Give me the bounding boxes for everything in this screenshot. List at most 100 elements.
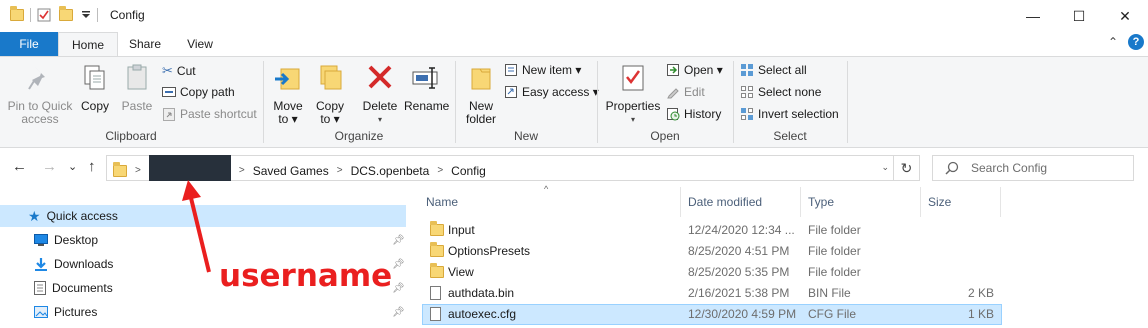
file-type: File folder bbox=[808, 223, 861, 237]
breadcrumb-separator-icon[interactable]: > bbox=[135, 165, 141, 176]
column-type[interactable]: Type bbox=[808, 195, 834, 209]
select-group-label: Select bbox=[773, 129, 807, 143]
copy-to-icon bbox=[320, 65, 342, 90]
delete-button[interactable]: Delete ▾ bbox=[360, 63, 400, 126]
tab-share[interactable]: Share bbox=[118, 32, 172, 56]
copy-button[interactable]: Copy bbox=[78, 63, 112, 113]
help-icon[interactable]: ? bbox=[1128, 34, 1144, 50]
table-row[interactable]: autoexec.cfg 12/30/2020 4:59 PM CFG File… bbox=[422, 304, 1002, 325]
maximize-button[interactable]: ☐ bbox=[1056, 0, 1102, 32]
copy-path-button[interactable]: Copy path bbox=[162, 85, 235, 99]
pin-icon[interactable]: 📌︎ bbox=[392, 283, 405, 294]
table-row[interactable]: OptionsPresets 8/25/2020 4:51 PM File fo… bbox=[422, 241, 1002, 262]
new-item-label: New item ▾ bbox=[522, 63, 582, 77]
new-folder-icon bbox=[471, 68, 491, 90]
tab-file[interactable]: File bbox=[0, 32, 58, 56]
paste-shortcut-icon bbox=[163, 108, 175, 121]
address-dropdown-icon[interactable]: ⌄ bbox=[881, 162, 889, 173]
search-input[interactable]: Search Config bbox=[932, 155, 1134, 181]
easy-access-button[interactable]: Easy access ▾ bbox=[504, 85, 599, 99]
file-date: 8/25/2020 4:51 PM bbox=[688, 244, 790, 258]
pin-icon bbox=[28, 67, 45, 90]
select-none-icon bbox=[741, 86, 753, 98]
new-folder-icon[interactable] bbox=[59, 6, 73, 21]
move-to-icon bbox=[275, 68, 300, 90]
tab-view[interactable]: View bbox=[172, 32, 228, 56]
column-divider[interactable] bbox=[680, 187, 681, 217]
rename-button[interactable]: Rename bbox=[404, 63, 450, 113]
tab-home[interactable]: Home bbox=[58, 32, 118, 57]
new-folder-button[interactable]: New folder bbox=[460, 63, 502, 126]
breadcrumb-config[interactable]: Config bbox=[451, 164, 486, 178]
recent-locations-icon[interactable]: ⌄ bbox=[68, 160, 77, 173]
column-divider[interactable] bbox=[800, 187, 801, 217]
breadcrumb-separator-icon[interactable]: > bbox=[239, 165, 245, 176]
properties-icon bbox=[622, 65, 644, 91]
column-size[interactable]: Size bbox=[928, 195, 951, 209]
organize-group-label: Organize bbox=[334, 129, 384, 143]
clipboard-group-label: Clipboard bbox=[105, 129, 157, 143]
properties-button[interactable]: Properties ▾ bbox=[604, 63, 662, 126]
quick-access-toolbar bbox=[10, 6, 104, 22]
refresh-icon[interactable]: ↻ bbox=[893, 156, 919, 180]
organize-group: Move to ▾ Copy to ▾ Delete ▾ Rename Orga… bbox=[264, 57, 454, 147]
address-bar[interactable]: > > Saved Games > DCS.openbeta > Config … bbox=[106, 155, 920, 181]
open-button[interactable]: Open ▾ bbox=[666, 63, 723, 77]
column-name[interactable]: Name bbox=[426, 195, 458, 209]
sort-ascending-icon: ^ bbox=[544, 184, 549, 194]
column-divider[interactable] bbox=[1000, 187, 1001, 217]
breadcrumb-dcs-openbeta[interactable]: DCS.openbeta bbox=[351, 164, 430, 178]
pin-label-line2: access bbox=[21, 112, 59, 126]
edit-pencil-icon bbox=[667, 88, 679, 99]
breadcrumb-separator-icon[interactable]: > bbox=[337, 165, 343, 176]
nav-item-pictures[interactable]: Pictures 📌︎ bbox=[0, 301, 406, 323]
rename-label: Rename bbox=[404, 99, 450, 113]
collapse-ribbon-icon[interactable]: ⌃ bbox=[1108, 35, 1118, 49]
copy-to-button[interactable]: Copy to ▾ bbox=[312, 63, 348, 126]
table-row[interactable]: View 8/25/2020 5:35 PM File folder bbox=[422, 262, 1002, 283]
forward-arrow-icon[interactable]: → bbox=[42, 158, 57, 175]
nav-item-label: Pictures bbox=[54, 305, 98, 319]
breadcrumb-saved-games[interactable]: Saved Games bbox=[253, 164, 329, 178]
file-size: 1 KB bbox=[967, 307, 994, 321]
select-none-button[interactable]: Select none bbox=[740, 85, 821, 99]
folder-icon bbox=[430, 263, 444, 278]
customize-toolbar-icon[interactable] bbox=[81, 10, 91, 20]
file-type: BIN File bbox=[808, 286, 851, 300]
new-item-button[interactable]: New item ▾ bbox=[504, 63, 581, 77]
back-arrow-icon[interactable]: ← bbox=[12, 158, 27, 175]
column-divider[interactable] bbox=[920, 187, 921, 217]
pin-icon[interactable]: 📌︎ bbox=[392, 259, 405, 270]
table-row[interactable]: Input 12/24/2020 12:34 ... File folder bbox=[422, 220, 1002, 241]
minimize-button[interactable]: — bbox=[1010, 0, 1056, 32]
breadcrumb-separator-icon[interactable]: > bbox=[437, 165, 443, 176]
open-label: Open ▾ bbox=[684, 63, 723, 77]
folder-icon bbox=[10, 6, 24, 21]
open-group: Properties ▾ Open ▾ Edit History Open bbox=[598, 57, 732, 147]
paste-shortcut-button[interactable]: Paste shortcut bbox=[162, 107, 257, 121]
pin-icon[interactable]: 📌︎ bbox=[392, 307, 405, 318]
cut-button[interactable]: ✂ Cut bbox=[162, 63, 196, 79]
copy-path-icon bbox=[162, 87, 176, 97]
column-date-modified[interactable]: Date modified bbox=[688, 195, 762, 209]
file-name: Input bbox=[448, 223, 475, 237]
file-date: 8/25/2020 5:35 PM bbox=[688, 265, 790, 279]
up-arrow-icon[interactable]: ↑ bbox=[88, 158, 96, 175]
select-all-button[interactable]: Select all bbox=[740, 63, 807, 77]
paste-icon bbox=[127, 64, 147, 90]
edit-button[interactable]: Edit bbox=[666, 85, 705, 99]
pin-icon[interactable]: 📌︎ bbox=[392, 235, 405, 246]
table-row[interactable]: authdata.bin 2/16/2021 5:38 PM BIN File … bbox=[422, 283, 1002, 304]
close-button[interactable]: ✕ bbox=[1102, 0, 1148, 32]
search-icon bbox=[945, 161, 959, 175]
move-to-button[interactable]: Move to ▾ bbox=[270, 63, 306, 126]
invert-selection-button[interactable]: Invert selection bbox=[740, 107, 839, 121]
open-icon bbox=[667, 64, 679, 76]
folder-icon bbox=[113, 161, 127, 177]
edit-label: Edit bbox=[684, 85, 705, 99]
paste-button[interactable]: Paste bbox=[118, 63, 156, 113]
properties-checkmark-icon[interactable] bbox=[37, 8, 51, 22]
history-button[interactable]: History bbox=[666, 107, 721, 121]
file-name: authdata.bin bbox=[448, 286, 515, 300]
pin-to-quick-access-button[interactable]: Pin to Quick access bbox=[4, 63, 76, 126]
